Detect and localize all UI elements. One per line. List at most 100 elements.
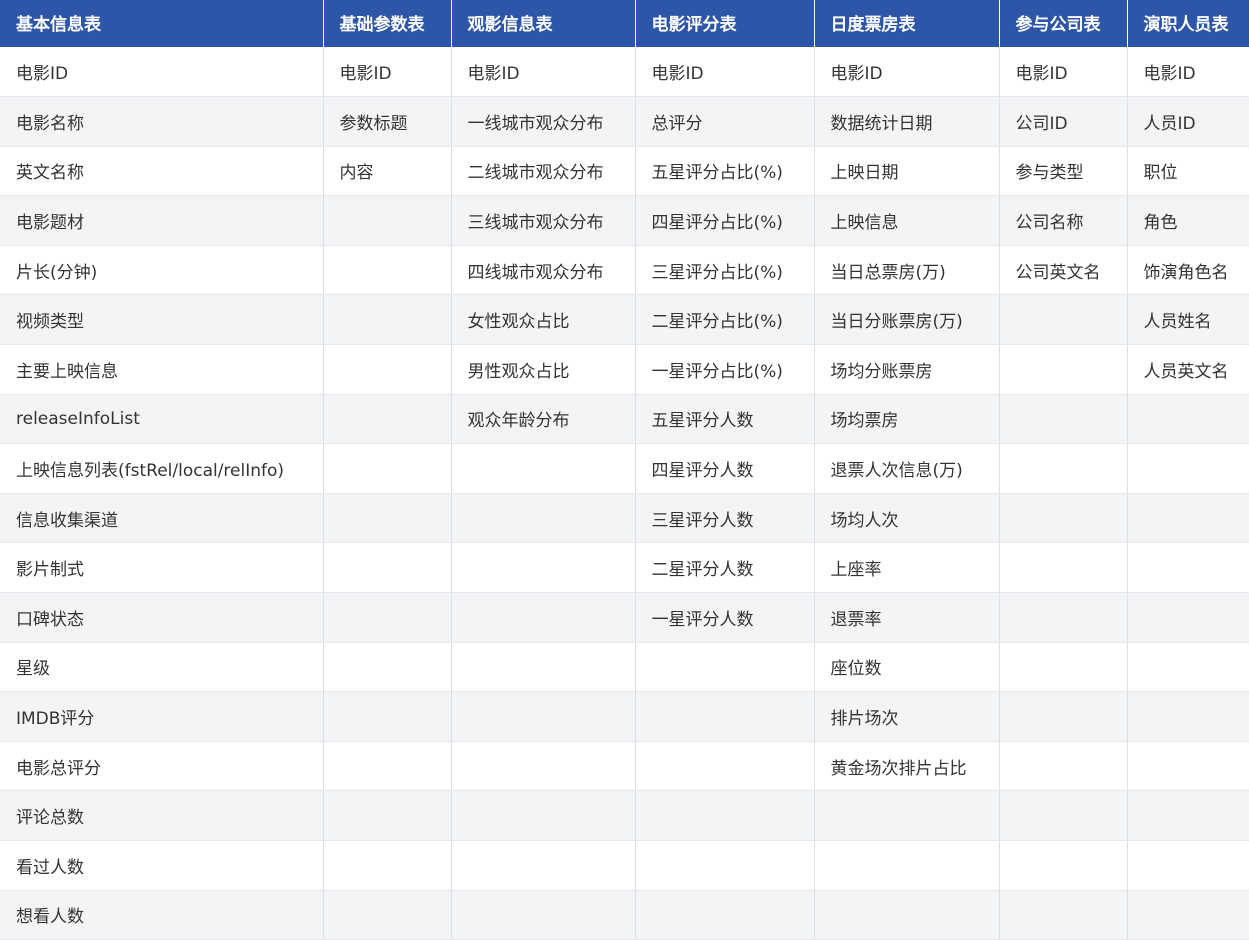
table-cell-basic: 评论总数 — [0, 790, 324, 841]
table-cell-rating: 三星评分占比(%) — [635, 245, 815, 296]
table-cell-basic: 想看人数 — [0, 890, 324, 940]
column-header-company: 参与公司表 — [999, 0, 1128, 47]
column-header-viewing: 观影信息表 — [451, 0, 636, 47]
table-cell-viewing — [451, 741, 636, 792]
table-cell-viewing — [451, 840, 636, 891]
table-cell-company: 电影ID — [999, 47, 1128, 98]
table-cell-rating — [635, 741, 815, 792]
table-row: 电影总评分 黄金场次排片占比 — [0, 741, 1249, 792]
table-cell-basic: 看过人数 — [0, 840, 324, 891]
table-cell-rating — [635, 790, 815, 841]
table-cell-rating: 一星评分人数 — [635, 592, 815, 643]
table-cell-company — [999, 642, 1128, 693]
table-cell-basic: 片长(分钟) — [0, 245, 324, 296]
table-row: 口碑状态 一星评分人数 退票率 — [0, 592, 1249, 643]
table-body: 电影ID 电影ID 电影ID 电影ID 电影ID 电影ID 电影ID 电影名称 参数标题 一线城市… — [0, 47, 1249, 940]
table-cell-company: 参与类型 — [999, 146, 1128, 197]
table-row: 电影ID 电影ID 电影ID 电影ID 电影ID 电影ID 电影ID — [0, 47, 1249, 98]
table-cell-crew: 人员英文名 — [1127, 344, 1249, 395]
table-cell-params: 电影ID — [323, 47, 452, 98]
table-cell-basic: 英文名称 — [0, 146, 324, 197]
table-cell-basic: IMDB评分 — [0, 691, 324, 742]
table-cell-boxoffice: 黄金场次排片占比 — [814, 741, 1000, 792]
table-row: 看过人数 — [0, 840, 1249, 891]
table-row: 电影名称 参数标题 一线城市观众分布 总评分 数据统计日期 公司ID 人员ID — [0, 96, 1249, 147]
table-row: 上映信息列表(fstRel/local/relInfo) 四星评分人数 退票人次信息… — [0, 443, 1249, 494]
table-cell-params — [323, 294, 452, 346]
table-cell-company — [999, 840, 1128, 891]
table-cell-rating: 四星评分人数 — [635, 443, 815, 494]
table-cell-rating: 二星评分占比(%) — [635, 294, 815, 346]
table-cell-boxoffice: 数据统计日期 — [814, 96, 1000, 147]
column-header-basic: 基本信息表 — [0, 0, 324, 47]
table-cell-viewing — [451, 642, 636, 693]
table-cell-company — [999, 741, 1128, 792]
table-cell-boxoffice: 座位数 — [814, 642, 1000, 693]
table-row: releaseInfoList 观众年龄分布 五星评分人数 场均票房 — [0, 394, 1249, 445]
table-cell-boxoffice: 上座率 — [814, 542, 1000, 594]
header-row: 基本信息表 基础参数表 观影信息表 电影评分表 日度票房表 参与公司表 演职人员表 — [0, 0, 1249, 47]
table-cell-basic: 电影ID — [0, 47, 324, 98]
table-cell-rating: 二星评分人数 — [635, 542, 815, 594]
table-cell-boxoffice: 电影ID — [814, 47, 1000, 98]
table-row: 评论总数 — [0, 790, 1249, 841]
table-cell-rating: 总评分 — [635, 96, 815, 147]
table-cell-viewing — [451, 691, 636, 742]
table-cell-viewing — [451, 542, 636, 594]
table-cell-boxoffice — [814, 890, 1000, 940]
table-cell-company: 公司名称 — [999, 195, 1128, 246]
table-cell-basic: 口碑状态 — [0, 592, 324, 643]
table-cell-crew: 职位 — [1127, 146, 1249, 197]
table-cell-params — [323, 691, 452, 742]
table-cell-boxoffice: 排片场次 — [814, 691, 1000, 742]
table-cell-params — [323, 542, 452, 594]
table-cell-boxoffice: 上映日期 — [814, 146, 1000, 197]
table-cell-viewing — [451, 790, 636, 841]
table-cell-params — [323, 890, 452, 940]
table-cell-viewing: 电影ID — [451, 47, 636, 98]
table-row: 信息收集渠道 三星评分人数 场均人次 — [0, 493, 1249, 544]
table-cell-boxoffice: 场均分账票房 — [814, 344, 1000, 395]
table-cell-rating: 五星评分占比(%) — [635, 146, 815, 197]
table-cell-viewing — [451, 443, 636, 494]
table-cell-viewing — [451, 493, 636, 544]
table-cell-viewing: 三线城市观众分布 — [451, 195, 636, 246]
column-header-boxoffice: 日度票房表 — [814, 0, 1000, 47]
table-row: 星级 座位数 — [0, 642, 1249, 693]
table-cell-crew — [1127, 741, 1249, 792]
table-cell-boxoffice: 退票率 — [814, 592, 1000, 643]
table-cell-rating: 三星评分人数 — [635, 493, 815, 544]
column-header-params: 基础参数表 — [323, 0, 452, 47]
table-cell-crew — [1127, 890, 1249, 940]
table-cell-crew: 电影ID — [1127, 47, 1249, 98]
table-row: 影片制式 二星评分人数 上座率 — [0, 542, 1249, 594]
table-cell-basic: 影片制式 — [0, 542, 324, 594]
table-cell-crew: 人员姓名 — [1127, 294, 1249, 346]
column-header-crew: 演职人员表 — [1127, 0, 1249, 47]
table-cell-company — [999, 493, 1128, 544]
table-cell-rating: 一星评分占比(%) — [635, 344, 815, 395]
table-cell-viewing — [451, 890, 636, 940]
table-cell-boxoffice: 上映信息 — [814, 195, 1000, 246]
table-cell-params — [323, 443, 452, 494]
table-cell-params — [323, 790, 452, 841]
table-cell-params: 参数标题 — [323, 96, 452, 147]
table-cell-company — [999, 790, 1128, 841]
table-cell-company — [999, 890, 1128, 940]
table-cell-company — [999, 294, 1128, 346]
table-cell-company — [999, 443, 1128, 494]
table-cell-viewing: 女性观众占比 — [451, 294, 636, 346]
table-cell-boxoffice — [814, 790, 1000, 841]
table-row: 视频类型 女性观众占比 二星评分占比(%) 当日分账票房(万) 人员姓名 — [0, 294, 1249, 346]
table-cell-crew — [1127, 443, 1249, 494]
table-cell-viewing: 男性观众占比 — [451, 344, 636, 395]
table-cell-rating: 四星评分占比(%) — [635, 195, 815, 246]
table-cell-boxoffice: 场均票房 — [814, 394, 1000, 445]
table-cell-boxoffice: 退票人次信息(万) — [814, 443, 1000, 494]
table-cell-params — [323, 394, 452, 445]
table-cell-basic: 电影名称 — [0, 96, 324, 147]
table-cell-params: 内容 — [323, 146, 452, 197]
table-cell-company — [999, 394, 1128, 445]
table-cell-company — [999, 542, 1128, 594]
data-table: 基本信息表 基础参数表 观影信息表 电影评分表 日度票房表 参与公司表 演职人员表 电影ID… — [0, 0, 1249, 940]
